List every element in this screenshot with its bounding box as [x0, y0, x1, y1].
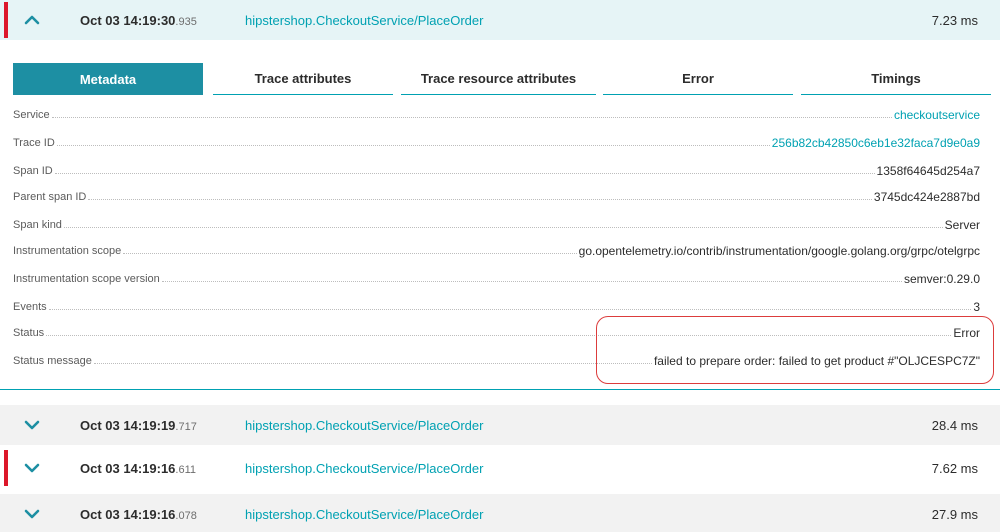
span-operation-link[interactable]: hipstershop.CheckoutService/PlaceOrder — [245, 13, 483, 28]
span-duration: 7.23 ms — [931, 12, 978, 28]
tab-error[interactable]: Error — [603, 63, 793, 95]
metadata-value: Server — [944, 218, 980, 232]
span-operation-link[interactable]: hipstershop.CheckoutService/PlaceOrder — [245, 418, 483, 433]
span-timestamp: Oct 03 14:19:16.078 — [80, 506, 197, 522]
metadata-row-instrumentation-scope-version: Instrumentation scope version semver:0.29… — [13, 268, 980, 288]
metadata-key: Status message — [13, 355, 92, 367]
metadata-row-service: Service checkoutservice — [13, 104, 980, 124]
metadata-key: Instrumentation scope version — [13, 273, 160, 285]
error-indicator — [4, 2, 8, 38]
metadata-key: Parent span ID — [13, 191, 87, 203]
span-timestamp: Oct 03 14:19:16.611 — [80, 460, 197, 476]
span-row[interactable]: Oct 03 14:19:16.611 hipstershop.Checkout… — [0, 448, 1000, 488]
metadata-key: Service — [13, 109, 50, 121]
span-duration: 7.62 ms — [931, 460, 978, 476]
metadata-row-parent-span-id: Parent span ID 3745dc424e2887bd — [13, 186, 980, 206]
metadata-value: 1358f64645d254a7 — [876, 164, 980, 178]
span-timestamp: Oct 03 14:19:19.717 — [80, 417, 197, 433]
details-tabs: Metadata Trace attributes Trace resource… — [13, 63, 995, 95]
metadata-key: Instrumentation scope — [13, 245, 122, 257]
metadata-row-span-id: Span ID 1358f64645d254a7 — [13, 160, 980, 180]
chevron-up-icon[interactable] — [22, 10, 42, 30]
tab-timings[interactable]: Timings — [801, 63, 991, 95]
metadata-value: 3745dc424e2887bd — [873, 190, 980, 204]
metadata-row-instrumentation-scope: Instrumentation scope go.opentelemetry.io… — [13, 240, 980, 260]
span-row[interactable]: Oct 03 14:19:19.717 hipstershop.Checkout… — [0, 405, 1000, 445]
span-details-panel: Metadata Trace attributes Trace resource… — [0, 40, 1000, 390]
span-timestamp: Oct 03 14:19:30.935 — [80, 12, 197, 28]
span-duration: 28.4 ms — [931, 417, 978, 433]
trace-id-link[interactable]: 256b82cb42850c6eb1e32faca7d9e0a9 — [772, 136, 980, 152]
error-highlight-outline — [596, 316, 994, 384]
metadata-key: Trace ID — [13, 137, 55, 149]
service-link[interactable]: checkoutservice — [894, 108, 980, 124]
metadata-key: Events — [13, 301, 47, 313]
metadata-value: semver:0.29.0 — [903, 272, 980, 286]
tab-metadata[interactable]: Metadata — [13, 63, 203, 95]
span-row[interactable]: Oct 03 14:19:30.935 hipstershop.Checkout… — [0, 0, 1000, 40]
tab-trace-attributes[interactable]: Trace attributes — [213, 63, 393, 95]
span-duration: 27.9 ms — [931, 506, 978, 522]
metadata-key: Status — [13, 327, 45, 339]
span-row[interactable]: Oct 03 14:19:16.078 hipstershop.Checkout… — [0, 494, 1000, 532]
metadata-key: Span kind — [13, 219, 62, 231]
metadata-key: Span ID — [13, 165, 53, 177]
metadata-value: go.opentelemetry.io/contrib/instrumentat… — [578, 244, 980, 258]
error-indicator — [4, 450, 8, 486]
metadata-value: 3 — [973, 300, 980, 314]
metadata-row-events: Events 3 — [13, 296, 980, 316]
span-operation-link[interactable]: hipstershop.CheckoutService/PlaceOrder — [245, 507, 483, 522]
tab-trace-resource-attributes[interactable]: Trace resource attributes — [401, 63, 596, 95]
chevron-down-icon[interactable] — [22, 504, 42, 524]
span-operation-link[interactable]: hipstershop.CheckoutService/PlaceOrder — [245, 461, 483, 476]
metadata-row-span-kind: Span kind Server — [13, 214, 980, 234]
chevron-down-icon[interactable] — [22, 458, 42, 478]
chevron-down-icon[interactable] — [22, 415, 42, 435]
metadata-row-trace-id: Trace ID 256b82cb42850c6eb1e32faca7d9e0a9 — [13, 132, 980, 152]
